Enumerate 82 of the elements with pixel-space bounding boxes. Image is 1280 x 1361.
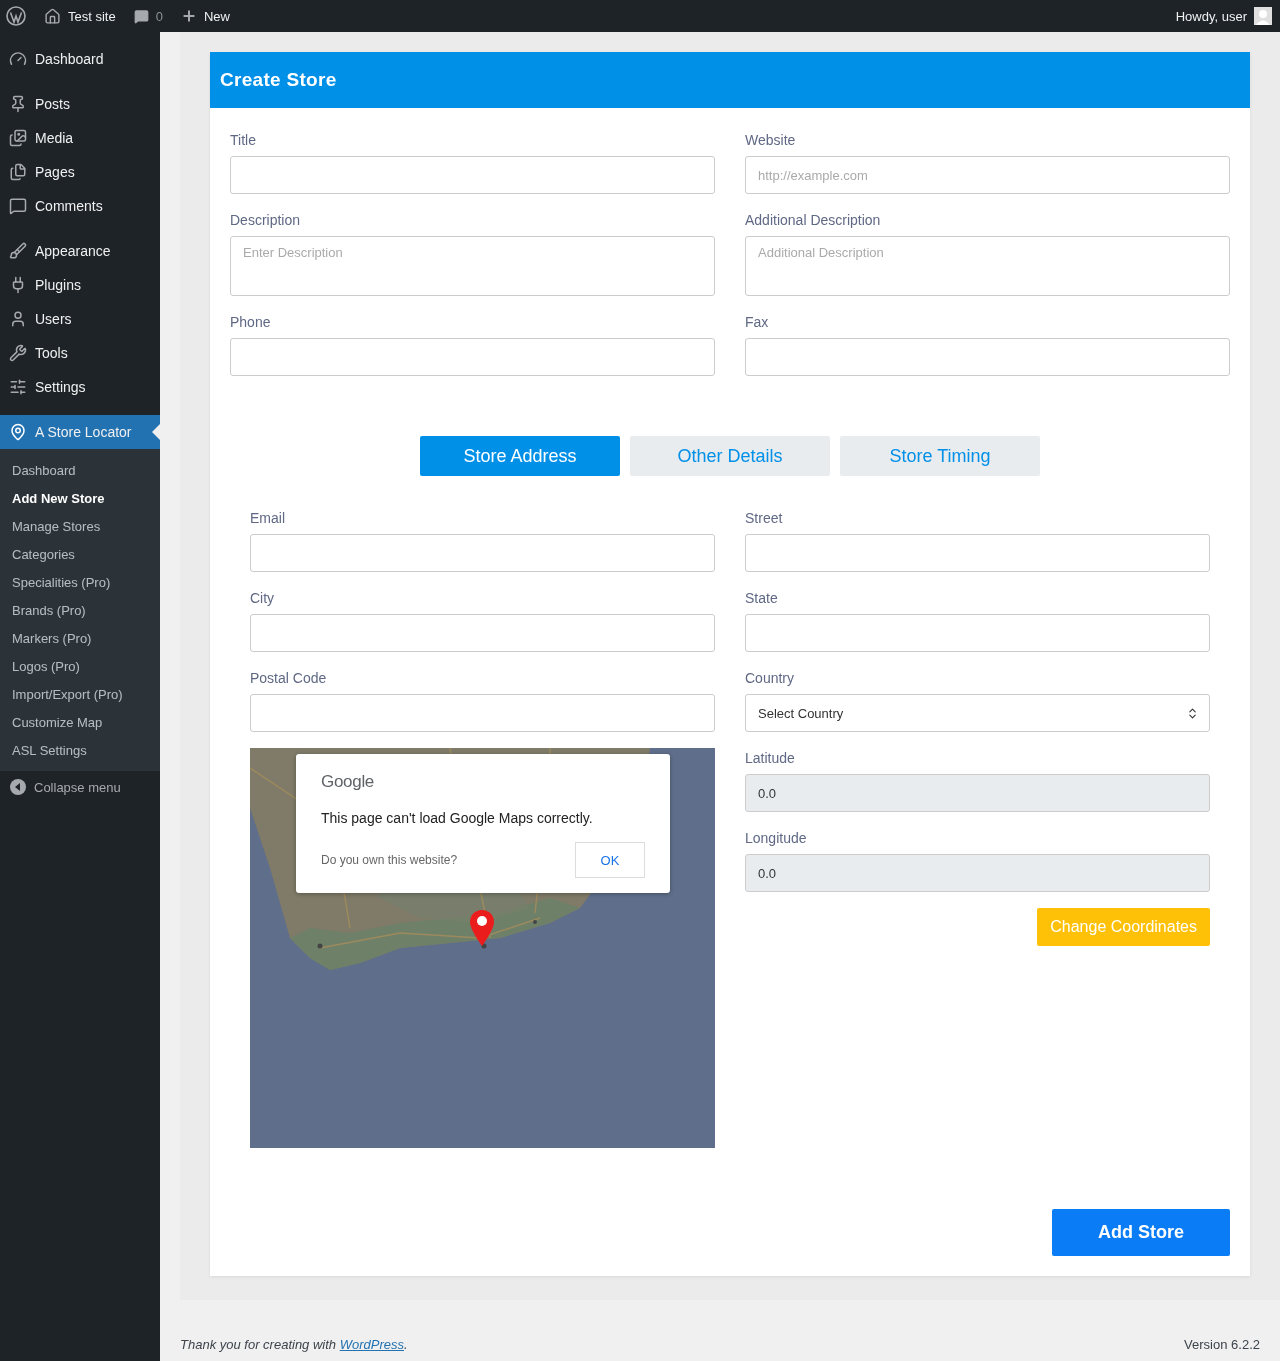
version-text: Version 6.2.2 [1184, 1337, 1260, 1352]
text-area[interactable]: Enter Description [230, 236, 715, 296]
field-label: Title [230, 132, 257, 149]
footer-text: Thank you for creating with WordPress. [180, 1337, 408, 1352]
updown-icon [1186, 706, 1199, 720]
submenu-item[interactable]: Categories [0, 540, 160, 568]
add-store-button[interactable]: Add Store [1052, 1209, 1230, 1256]
error-message: This page can't load Google Maps correctly. [321, 810, 594, 826]
field-label: Phone [230, 314, 272, 331]
field-label: Fax [745, 314, 770, 331]
text-field[interactable] [745, 338, 1230, 376]
text-area[interactable]: Additional Description [745, 236, 1230, 296]
field-label: Street [745, 510, 784, 527]
field-label: Description [230, 212, 302, 229]
collapse-icon [10, 779, 26, 795]
plus-icon [180, 8, 197, 24]
menu-item[interactable]: Users [0, 302, 160, 336]
menu-item[interactable]: Comments [0, 189, 160, 223]
home-icon [44, 7, 61, 25]
field-label: Latitude [745, 750, 796, 767]
text-field[interactable] [230, 338, 715, 376]
speech-bubble-icon [133, 8, 149, 24]
submenu-item[interactable]: Dashboard [0, 456, 160, 484]
text-field[interactable] [745, 534, 1210, 572]
map-pin-icon [470, 910, 494, 946]
field-label: Website [745, 132, 797, 149]
avatar-icon [1254, 7, 1272, 25]
submenu-item[interactable]: Logos (Pro) [0, 652, 160, 680]
wrench-icon [9, 344, 27, 362]
pin-icon [9, 95, 27, 113]
menu-item[interactable]: A Store Locator [0, 415, 160, 449]
dialog-question: Do you own this website? [321, 853, 458, 867]
submenu-item[interactable]: Markers (Pro) [0, 624, 160, 652]
new-link[interactable]: New [180, 8, 230, 24]
site-link[interactable]: Test site [44, 7, 116, 25]
speech-bubble-icon [9, 197, 27, 215]
submenu-item[interactable]: Manage Stores [0, 512, 160, 540]
text-field[interactable] [250, 614, 715, 652]
map-pin-icon [9, 423, 27, 441]
field-label: State [745, 590, 779, 607]
user-icon [9, 310, 27, 328]
brand-name: Google [321, 772, 375, 792]
gauge-icon [9, 50, 27, 68]
field-label: Country [745, 670, 796, 687]
pages-icon [9, 163, 27, 181]
wordpress-logo-icon[interactable] [6, 6, 26, 26]
text-field[interactable] [745, 614, 1210, 652]
menu-item[interactable]: Settings [0, 370, 160, 404]
ok-button[interactable]: OK [575, 842, 645, 878]
text-field[interactable] [250, 534, 715, 572]
field-label: Email [250, 510, 286, 527]
card-title: Create Store [210, 52, 1250, 108]
field-label: Additional Description [745, 212, 882, 229]
images-icon [9, 129, 27, 147]
text-field[interactable] [230, 156, 715, 194]
submenu-item[interactable]: Specialities (Pro) [0, 568, 160, 596]
submenu-item[interactable]: ASL Settings [0, 736, 160, 764]
submenu-item[interactable]: Add New Store [0, 484, 160, 512]
field-label: City [250, 590, 276, 607]
comments-link[interactable]: 0 [133, 8, 163, 24]
submenu-item[interactable]: Brands (Pro) [0, 596, 160, 624]
submenu-item[interactable]: Import/Export (Pro) [0, 680, 160, 708]
text-field[interactable]: 0.0 [745, 774, 1210, 812]
menu-item[interactable]: Plugins [0, 268, 160, 302]
account-link[interactable]: Howdy, user [1175, 7, 1272, 25]
menu-item[interactable]: Tools [0, 336, 160, 370]
brush-icon [9, 242, 27, 260]
menu-item[interactable]: Appearance [0, 234, 160, 268]
menu-item[interactable]: Dashboard [0, 42, 160, 76]
field-label: Longitude [745, 830, 808, 847]
sliders-icon [9, 378, 27, 396]
country-select[interactable]: Select Country [745, 694, 1210, 732]
wordpress-link[interactable]: WordPress [339, 1337, 404, 1352]
text-field[interactable]: 0.0 [745, 854, 1210, 892]
menu-item[interactable]: Pages [0, 155, 160, 189]
field-label: Postal Code [250, 670, 328, 687]
submenu-item[interactable]: Customize Map [0, 708, 160, 736]
menu-item[interactable]: Posts [0, 87, 160, 121]
text-field[interactable]: http://example.com [745, 156, 1230, 194]
text-field[interactable] [250, 694, 715, 732]
collapse-menu-button[interactable]: Collapse menu [0, 771, 160, 803]
menu-item[interactable]: Media [0, 121, 160, 155]
